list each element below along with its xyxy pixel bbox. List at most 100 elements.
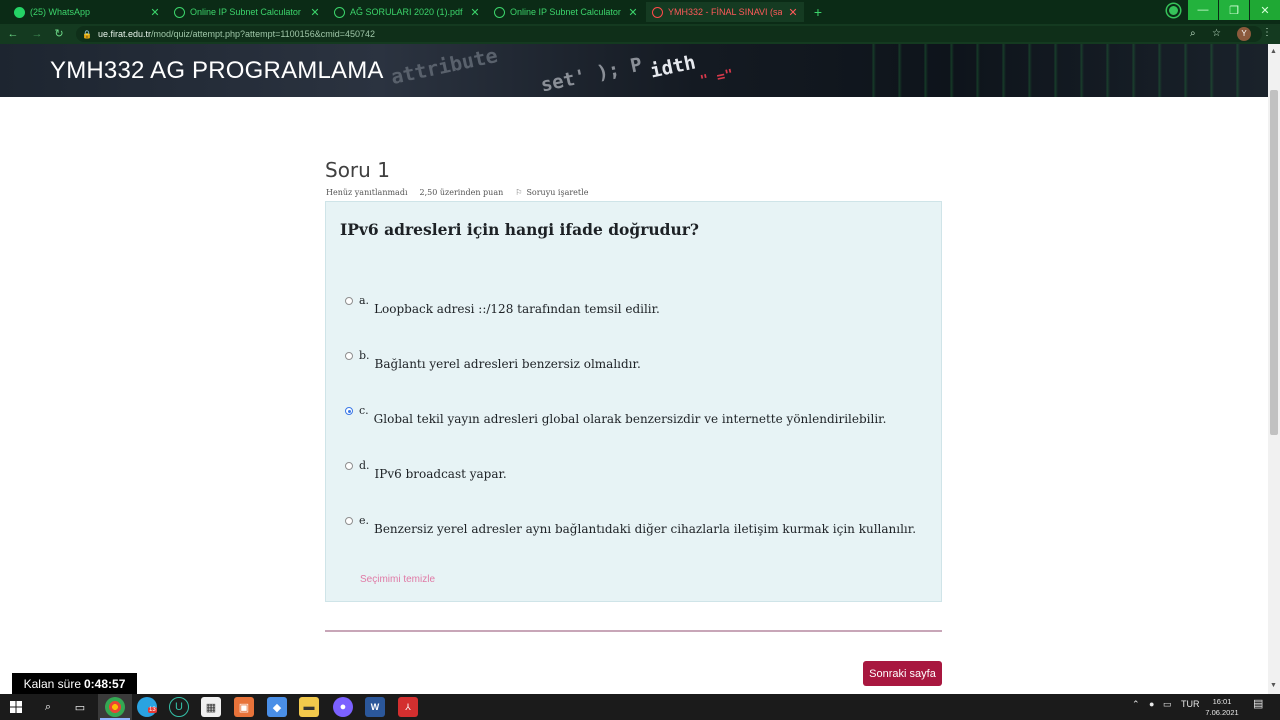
tab-subnet-calculator-1[interactable]: Online IP Subnet Calculator ✕ [168,2,326,22]
tab-label: Online IP Subnet Calculator [190,7,301,17]
pdf-icon [334,6,345,18]
restore-button[interactable]: ❐ [1219,0,1249,20]
answer-option-e[interactable]: e. Benzersiz yerel adresler aynı bağlant… [345,514,916,536]
timer-label: Kalan süre [23,676,81,691]
flag-question-link[interactable]: ⚐ Soruyu işaretle [515,188,588,197]
close-icon[interactable]: ✕ [788,6,798,19]
chrome-icon[interactable] [105,697,125,717]
close-icon[interactable]: ✕ [150,6,160,19]
option-letter: a. [359,294,370,307]
file-explorer-icon[interactable]: ▬ [299,697,319,717]
radio-button[interactable] [345,297,353,305]
chevron-up-icon[interactable]: ⌃ [1132,699,1140,710]
back-arrow-icon[interactable]: ← [6,27,20,41]
tab-whatsapp[interactable]: (25) WhatsApp ✕ [8,2,166,22]
app-orange-icon[interactable]: ▣ [234,697,254,717]
option-text[interactable]: Loopback adresi ::/128 tarafından temsil… [374,302,660,316]
close-icon[interactable]: ✕ [470,6,480,19]
question-info: Henüz yanıtlanmadı 2,50 üzerinden puan ⚐… [326,188,588,197]
star-icon[interactable]: ☆ [1212,27,1221,41]
app-cube-icon[interactable]: ◆ [267,697,287,717]
tab-label: Online IP Subnet Calculator [510,7,621,17]
tab-pdf[interactable]: AĞ SORULARI 2020 (1).pdf ✕ [328,2,486,22]
flag-question-label: Soruyu işaretle [526,188,589,197]
option-text[interactable]: Bağlantı yerel adresleri benzersiz olmal… [375,357,641,371]
close-icon[interactable]: ✕ [310,6,320,19]
language-indicator[interactable]: TUR [1181,699,1200,709]
app-purple-icon[interactable]: ● [333,697,353,717]
scroll-up-icon[interactable]: ▲ [1270,48,1277,55]
minimize-button[interactable]: — [1188,0,1218,20]
notifications-icon[interactable]: ▤ [1253,697,1263,710]
question-number: Soru 1 [325,158,390,182]
reload-icon[interactable]: ↻ [52,27,66,41]
question-points: 2,50 üzerinden puan [419,188,504,197]
menu-dots-icon[interactable]: ⋮ [1262,27,1272,38]
microphone-icon[interactable]: ● [1149,699,1154,709]
system-clock[interactable]: 16:01 7.06.2021 [1200,696,1244,718]
acrobat-icon[interactable]: ⅄ [398,697,418,717]
answer-option-a[interactable]: a. Loopback adresi ::/128 tarafından tem… [345,294,660,316]
address-bar: ← → ↻ 🔒 ue.firat.edu.tr /mod/quiz/attemp… [0,24,1280,44]
banner-code-decoration: attribute [388,44,500,90]
option-letter: b. [359,349,370,362]
extension-icon[interactable] [1167,4,1180,17]
clock-time: 16:01 [1212,697,1232,706]
answer-option-b[interactable]: b. Bağlantı yerel adresleri benzersiz ol… [345,349,641,371]
scrollbar-thumb[interactable] [1270,90,1278,435]
globe-icon [494,6,505,18]
globe-icon [174,6,185,18]
flag-icon: ⚐ [515,188,523,197]
banner-code-decoration: set' ); P [538,53,645,97]
close-icon[interactable]: ✕ [628,6,638,19]
page-scrollbar[interactable]: ▲ ▼ [1268,44,1280,694]
site-title[interactable]: YMH332 AG PROGRAMLAMA [50,57,384,85]
tab-label: AĞ SORULARI 2020 (1).pdf [350,7,463,17]
new-tab-button[interactable]: + [810,2,826,22]
option-text[interactable]: IPv6 broadcast yapar. [375,467,507,481]
window-close-button[interactable]: ✕ [1250,0,1280,20]
battery-icon[interactable]: ▭ [1163,699,1172,710]
avatar[interactable]: Y [1237,27,1251,41]
browser-tab-bar: (25) WhatsApp ✕ Online IP Subnet Calcula… [0,0,1280,24]
zoom-icon[interactable]: ⌕ [1190,27,1196,41]
banner-background-art [850,44,1250,97]
telegram-icon[interactable]: 13 [137,697,157,717]
tab-quiz[interactable]: YMH332 - FİNAL SINAVI (sayfa 1 ✕ [646,2,804,22]
banner-code-decoration: " =" [698,66,736,90]
question-text: IPv6 adresleri için hangi ifade doğrudur… [340,220,700,239]
forward-arrow-icon[interactable]: → [30,27,44,41]
quiz-timer: Kalan süre 0:48:57 [12,673,137,694]
tab-label: YMH332 - FİNAL SINAVI (sayfa 1 [668,7,782,17]
option-text[interactable]: Global tekil yayın adresleri global olar… [374,412,887,426]
answer-option-c[interactable]: c. Global tekil yayın adresleri global o… [345,404,887,426]
option-text[interactable]: Benzersiz yerel adresler aynı bağlantıda… [374,522,916,536]
url-domain: ue.firat.edu.tr [97,29,151,39]
tab-subnet-calculator-2[interactable]: Online IP Subnet Calculator ✕ [488,2,644,22]
lock-icon: 🔒 [82,29,92,39]
scroll-down-icon[interactable]: ▼ [1270,682,1277,689]
url-field[interactable]: 🔒 ue.firat.edu.tr /mod/quiz/attempt.php?… [76,26,1262,42]
next-page-button[interactable]: Sonraki sayfa [863,661,942,686]
radio-button-selected[interactable] [345,407,353,415]
windows-start-icon[interactable] [6,697,26,717]
app-u-icon[interactable]: U [169,697,189,717]
timer-value: 0:48:57 [84,676,126,691]
clear-choice-link[interactable]: Seçimimi temizle [360,574,435,585]
answer-option-d[interactable]: d. IPv6 broadcast yapar. [345,459,507,481]
radio-button[interactable] [345,462,353,470]
task-view-icon[interactable]: ▭ [70,697,90,717]
clock-date: 7.06.2021 [1205,708,1239,717]
question-content: IPv6 adresleri için hangi ifade doğrudur… [325,201,942,602]
option-letter: e. [359,514,370,527]
word-icon[interactable]: W [365,697,385,717]
radio-button[interactable] [345,352,353,360]
radio-button[interactable] [345,517,353,525]
option-letter: d. [359,459,370,472]
windows-taskbar: ⌕ ▭ 13 U ▦ ▣ ◆ ▬ ● W ⅄ ⌃ ● ▭ TUR 16:01 7… [0,694,1280,720]
store-icon[interactable]: ▦ [201,697,221,717]
notification-badge: 13 [148,707,157,713]
option-letter: c. [359,404,369,417]
search-icon[interactable]: ⌕ [38,697,58,717]
question-status: Henüz yanıtlanmadı [326,188,408,197]
